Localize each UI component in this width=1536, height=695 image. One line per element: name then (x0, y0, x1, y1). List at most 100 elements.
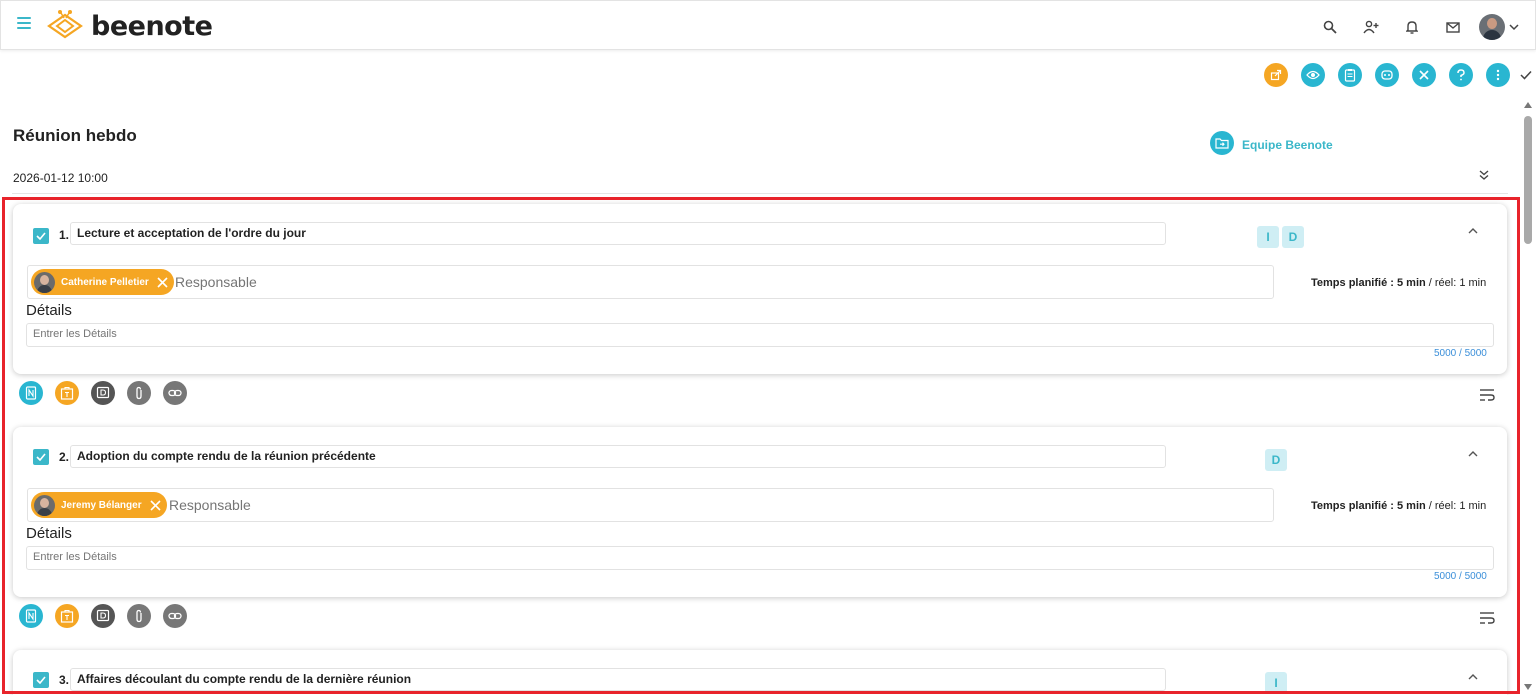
agenda-item-card: 3. Affaires découlant du compte rendu de… (13, 650, 1507, 695)
scroll-up-arrow[interactable] (1524, 102, 1532, 108)
chevron-up-icon[interactable] (1467, 225, 1479, 237)
bell-icon[interactable] (1400, 15, 1424, 39)
bee-icon (47, 10, 83, 39)
header-actions (1301, 13, 1519, 41)
mail-icon[interactable] (1441, 15, 1465, 39)
add-task-button[interactable] (55, 381, 79, 405)
link-icon (168, 389, 182, 397)
time-real: / réel: 1 min (1428, 500, 1487, 512)
item-title-input[interactable]: Adoption du compte rendu de la réunion p… (70, 445, 1166, 468)
share-icon (1270, 69, 1282, 81)
details-field[interactable] (26, 323, 1494, 347)
ai-assistant-button[interactable] (1375, 63, 1399, 87)
meeting-date: 2026-01-12 10:00 (13, 171, 108, 185)
details-input[interactable] (33, 328, 633, 340)
responsible-name: Catherine Pelletier (61, 276, 149, 288)
time-planned: 5 min (1396, 500, 1426, 512)
scroll-thumb[interactable] (1524, 116, 1532, 244)
top-navigation-bar: beenote (0, 0, 1536, 50)
decision-icon (96, 609, 110, 622)
task-icon (60, 609, 74, 623)
link-icon (168, 612, 182, 620)
responsible-field[interactable]: Jeremy Bélanger (27, 488, 1274, 522)
add-attachment-button[interactable] (127, 604, 151, 628)
share-button[interactable] (1264, 63, 1288, 87)
add-user-icon[interactable] (1359, 15, 1383, 39)
chevron-up-icon[interactable] (1467, 671, 1479, 683)
responsible-chip: Jeremy Bélanger (31, 492, 167, 518)
close-meeting-button[interactable] (1412, 63, 1436, 87)
minutes-button[interactable] (1338, 63, 1362, 87)
time-info: Temps planifié : 5 min / réel: 1 min (1311, 500, 1486, 512)
add-link-button[interactable] (163, 381, 187, 405)
add-note-button[interactable] (19, 381, 43, 405)
add-link-button[interactable] (163, 604, 187, 628)
close-icon[interactable] (157, 276, 168, 288)
close-icon[interactable] (150, 499, 161, 511)
more-options-button[interactable] (1486, 63, 1510, 87)
agenda-item-card: 2. Adoption du compte rendu de la réunio… (13, 427, 1507, 597)
item-checkbox[interactable] (33, 672, 49, 688)
item-actions (19, 380, 199, 406)
check-icon (36, 453, 46, 461)
time-planned: 5 min (1396, 277, 1426, 289)
character-counter: 5000 / 5000 (1434, 348, 1487, 359)
time-label: Temps planifié : (1311, 500, 1394, 512)
meeting-title: Réunion hebdo (13, 126, 137, 145)
help-icon (1457, 69, 1465, 81)
help-button[interactable] (1449, 63, 1473, 87)
wrap-text-icon[interactable] (1479, 611, 1495, 625)
preview-button[interactable] (1301, 63, 1325, 87)
tag-information[interactable]: I (1265, 672, 1287, 694)
double-chevron-down-icon[interactable] (1478, 169, 1490, 181)
item-title-input[interactable]: Affaires découlant du compte rendu de la… (70, 668, 1166, 691)
responsible-input[interactable] (175, 274, 575, 290)
item-number: 3. (59, 673, 70, 687)
clipboard-icon (1344, 69, 1356, 82)
add-decision-button[interactable] (91, 604, 115, 628)
details-label: Détails (26, 302, 72, 319)
chevron-up-icon[interactable] (1467, 448, 1479, 460)
wrap-text-icon[interactable] (1479, 388, 1495, 402)
add-attachment-button[interactable] (127, 381, 151, 405)
tag-decision[interactable]: D (1265, 449, 1287, 471)
add-task-button[interactable] (55, 604, 79, 628)
time-info: Temps planifié : 5 min / réel: 1 min (1311, 277, 1486, 289)
page-scrollbar[interactable] (1521, 98, 1535, 695)
agenda-item-card: 1. Lecture et acceptation de l'ordre du … (13, 204, 1507, 374)
tag-information[interactable]: I (1257, 226, 1279, 248)
add-decision-button[interactable] (91, 381, 115, 405)
check-icon (36, 676, 46, 684)
responsible-name: Jeremy Bélanger (61, 499, 142, 511)
item-title-input[interactable]: Lecture et acceptation de l'ordre du jou… (70, 222, 1166, 245)
item-actions (19, 603, 199, 629)
more-icon (1496, 69, 1500, 81)
item-number: 2. (59, 450, 70, 464)
beenote-logo[interactable]: beenote (45, 9, 213, 43)
avatar (34, 271, 55, 293)
check-icon[interactable] (1520, 69, 1532, 81)
details-input[interactable] (33, 551, 633, 563)
add-note-button[interactable] (19, 604, 43, 628)
menu-icon[interactable] (17, 17, 31, 29)
item-checkbox[interactable] (33, 228, 49, 244)
avatar[interactable] (1479, 14, 1505, 40)
responsible-input[interactable] (169, 497, 569, 513)
attachment-icon (136, 609, 142, 623)
details-label: Détails (26, 525, 72, 542)
team-name: Equipe Beenote (1242, 137, 1333, 152)
folder-icon (1210, 131, 1234, 155)
robot-icon (1381, 70, 1393, 80)
attachment-icon (136, 386, 142, 400)
details-field[interactable] (26, 546, 1494, 570)
item-checkbox[interactable] (33, 449, 49, 465)
search-icon[interactable] (1318, 15, 1342, 39)
team-link[interactable]: Equipe Beenote (1210, 131, 1333, 155)
avatar (34, 494, 55, 516)
chevron-down-icon[interactable] (1509, 22, 1519, 32)
tag-decision[interactable]: D (1282, 226, 1304, 248)
scroll-down-arrow[interactable] (1524, 684, 1532, 690)
responsible-chip: Catherine Pelletier (31, 269, 174, 295)
responsible-field[interactable]: Catherine Pelletier (27, 265, 1274, 299)
note-icon (25, 386, 37, 400)
